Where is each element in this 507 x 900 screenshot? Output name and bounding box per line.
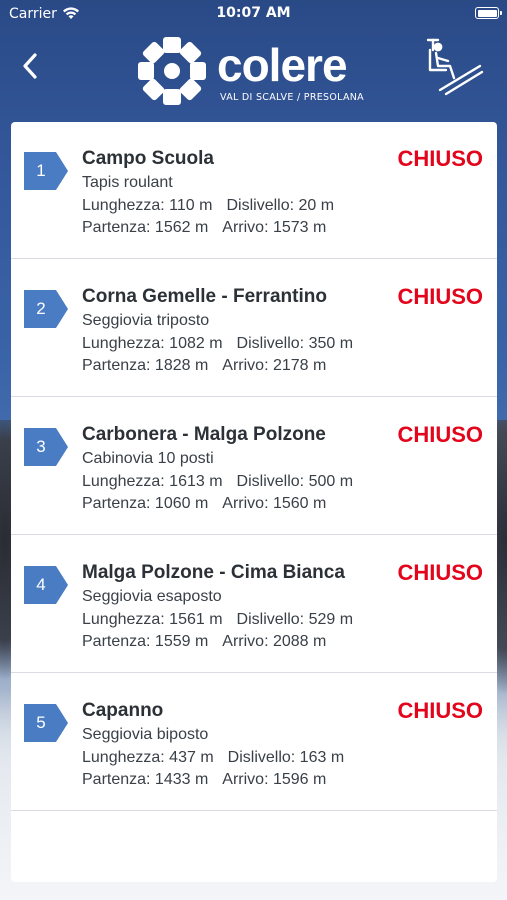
lift-row[interactable]: 3 Carbonera - Malga Polzone CHIUSO Cabin… bbox=[11, 398, 497, 535]
lift-end: Arrivo: 2088 m bbox=[222, 633, 327, 650]
lift-start-end: Partenza: 1559 m Arrivo: 2088 m bbox=[82, 633, 326, 651]
lift-length-drop: Lunghezza: 1082 m Dislivello: 350 m bbox=[82, 335, 353, 353]
lifts-list: 1 Campo Scuola CHIUSO Tapis roulant Lung… bbox=[11, 122, 497, 882]
snowflake-logo-icon bbox=[138, 37, 206, 105]
lift-start: Partenza: 1559 m bbox=[82, 633, 209, 650]
lift-type: Tapis roulant bbox=[82, 174, 173, 191]
lift-start-end: Partenza: 1060 m Arrivo: 1560 m bbox=[82, 495, 326, 513]
lift-number: 5 bbox=[36, 713, 46, 732]
lift-end: Arrivo: 1596 m bbox=[222, 771, 327, 788]
lift-length-drop: Lunghezza: 1613 m Dislivello: 500 m bbox=[82, 473, 353, 491]
lift-type: Seggiovia biposto bbox=[82, 726, 209, 743]
lift-number: 1 bbox=[36, 161, 46, 180]
lift-number-badge: 1 bbox=[24, 152, 68, 190]
lift-row[interactable]: 1 Campo Scuola CHIUSO Tapis roulant Lung… bbox=[11, 122, 497, 259]
lift-status: CHIUSO bbox=[397, 284, 483, 309]
status-bar: Carrier 10:07 AM bbox=[0, 0, 507, 28]
lift-drop: Dislivello: 529 m bbox=[236, 611, 354, 628]
chevron-left-icon[interactable] bbox=[18, 50, 44, 82]
lift-name: Malga Polzone - Cima Bianca bbox=[82, 562, 345, 583]
lift-length-drop: Lunghezza: 437 m Dislivello: 163 m bbox=[82, 749, 344, 767]
lift-length: Lunghezza: 1082 m bbox=[82, 335, 223, 352]
lift-end: Arrivo: 2178 m bbox=[222, 357, 327, 374]
lift-row[interactable]: 2 Corna Gemelle - Ferrantino CHIUSO Segg… bbox=[11, 260, 497, 397]
lift-status: CHIUSO bbox=[397, 146, 483, 171]
lift-start: Partenza: 1828 m bbox=[82, 357, 209, 374]
lift-end: Arrivo: 1573 m bbox=[222, 219, 327, 236]
lift-number-badge: 2 bbox=[24, 290, 68, 328]
lift-length-drop: Lunghezza: 110 m Dislivello: 20 m bbox=[82, 197, 334, 215]
lift-length: Lunghezza: 110 m bbox=[82, 197, 213, 214]
lift-drop: Dislivello: 163 m bbox=[227, 749, 345, 766]
lift-name: Capanno bbox=[82, 700, 164, 721]
lift-start-end: Partenza: 1433 m Arrivo: 1596 m bbox=[82, 771, 326, 789]
lift-name: Campo Scuola bbox=[82, 148, 214, 169]
lift-status: CHIUSO bbox=[397, 560, 483, 585]
app-header: colere VAL DI SCALVE / PRESOLANA bbox=[0, 28, 507, 118]
lift-drop: Dislivello: 20 m bbox=[226, 197, 335, 214]
lift-number: 2 bbox=[36, 299, 46, 318]
lift-length: Lunghezza: 1613 m bbox=[82, 473, 223, 490]
lift-number: 3 bbox=[36, 437, 46, 456]
clock: 10:07 AM bbox=[216, 5, 291, 21]
lift-type: Cabinovia 10 posti bbox=[82, 450, 214, 467]
lift-start-end: Partenza: 1828 m Arrivo: 2178 m bbox=[82, 357, 326, 375]
lift-type: Seggiovia triposto bbox=[82, 312, 210, 329]
lift-length: Lunghezza: 437 m bbox=[82, 749, 214, 766]
lift-status: CHIUSO bbox=[397, 422, 483, 447]
battery-icon bbox=[475, 7, 502, 19]
lift-number: 4 bbox=[36, 575, 46, 594]
chairlift-icon[interactable] bbox=[424, 34, 484, 96]
lift-start: Partenza: 1433 m bbox=[82, 771, 209, 788]
colere-logo: colere VAL DI SCALVE / PRESOLANA bbox=[137, 36, 377, 106]
brand-tagline: VAL DI SCALVE / PRESOLANA bbox=[220, 92, 364, 103]
lift-end: Arrivo: 1560 m bbox=[222, 495, 327, 512]
lift-type: Seggiovia esaposto bbox=[82, 588, 222, 605]
lift-drop: Dislivello: 350 m bbox=[236, 335, 354, 352]
lift-row[interactable]: 5 Capanno CHIUSO Seggiovia biposto Lungh… bbox=[11, 674, 497, 811]
lift-status: CHIUSO bbox=[397, 698, 483, 723]
lift-length-drop: Lunghezza: 1561 m Dislivello: 529 m bbox=[82, 611, 353, 629]
lift-start: Partenza: 1060 m bbox=[82, 495, 209, 512]
lift-number-badge: 4 bbox=[24, 566, 68, 604]
lift-name: Carbonera - Malga Polzone bbox=[82, 424, 326, 445]
lift-row[interactable]: 4 Malga Polzone - Cima Bianca CHIUSO Seg… bbox=[11, 536, 497, 673]
lift-start-end: Partenza: 1562 m Arrivo: 1573 m bbox=[82, 219, 326, 237]
lift-length: Lunghezza: 1561 m bbox=[82, 611, 223, 628]
brand-name: colere bbox=[217, 39, 348, 91]
lift-number-badge: 5 bbox=[24, 704, 68, 742]
lift-number-badge: 3 bbox=[24, 428, 68, 466]
lift-start: Partenza: 1562 m bbox=[82, 219, 209, 236]
lift-name: Corna Gemelle - Ferrantino bbox=[82, 286, 327, 307]
lift-drop: Dislivello: 500 m bbox=[236, 473, 354, 490]
